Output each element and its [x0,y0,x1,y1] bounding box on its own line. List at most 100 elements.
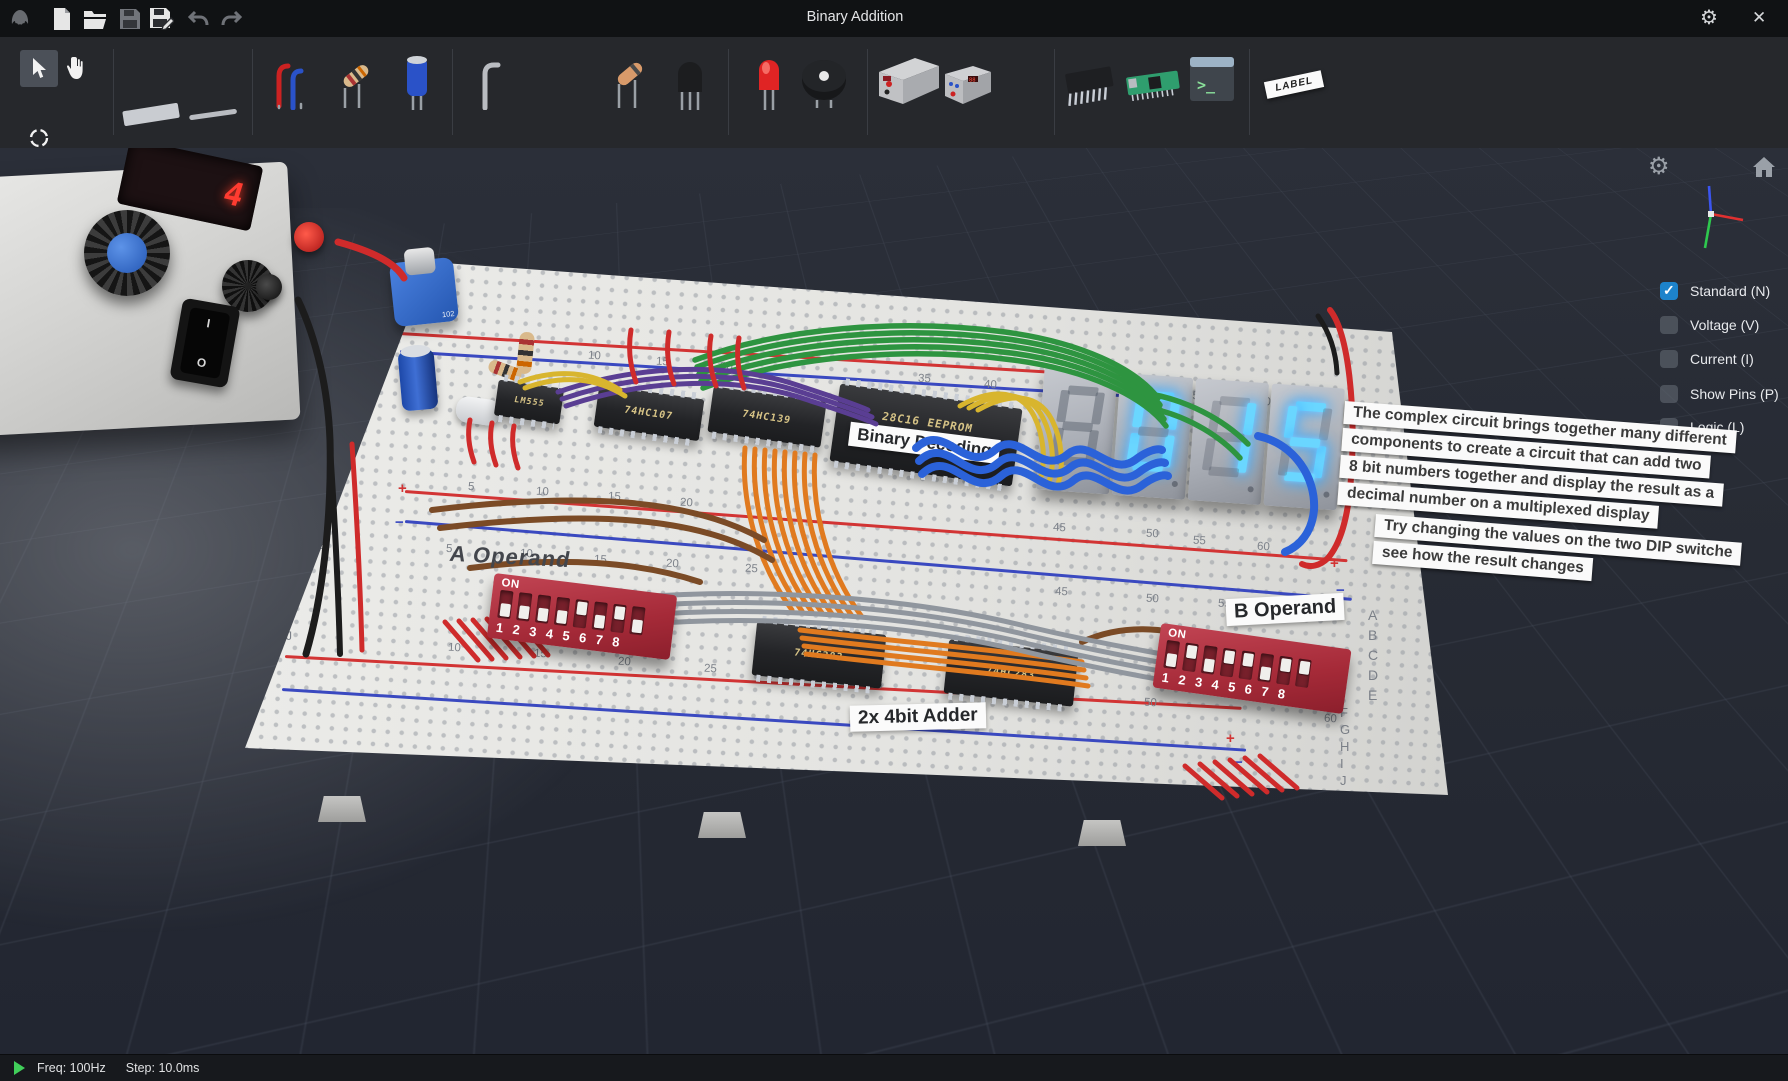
close-icon[interactable]: ✕ [1752,6,1766,30]
buzzer-component-button[interactable] [798,55,850,111]
dip-b-switch-2[interactable] [1182,643,1199,673]
dip-b-switch-5[interactable] [1239,650,1256,680]
hand-tool-button[interactable] [62,52,92,84]
column-number: 45 [1055,586,1068,599]
save-as-button[interactable] [150,7,174,31]
axis-gizmo[interactable] [1685,184,1749,256]
ic-eeprom[interactable]: 28C16 EEPROM Binary Decoding [829,384,1022,487]
crumb-app: Binary Addition ⚙ ✕ INTERACTION STRUCTUR… [0,0,1788,1080]
title-bar: Binary Addition ⚙ ✕ [0,0,1788,38]
breadboard-component-button[interactable] [120,97,184,131]
dip-a-switch-7[interactable] [610,604,626,633]
seven-segment-digit [1188,378,1269,505]
save-button[interactable] [118,7,142,31]
board-foot [1078,820,1126,846]
ic-74hc283-1[interactable]: 74HC283 [752,621,887,688]
new-file-button[interactable] [50,7,74,31]
row-letters: FGHIJ [1340,705,1350,788]
dip-a-switch-8[interactable] [629,606,645,635]
column-number: 60 [1257,541,1270,554]
adder-label: 2x 4bit Adder [850,702,986,732]
step-readout: Step: 10.0ms [126,1061,200,1075]
view-option-show-pins[interactable]: Show Pins (P) [1660,385,1779,403]
diode-component-button[interactable] [610,53,650,111]
home-view-icon[interactable] [1752,156,1776,178]
capacitor-component-button[interactable] [400,51,434,113]
component-toolbar: INTERACTION STRUCTURE PASSIVE [0,37,1788,148]
ic-74hc107[interactable]: 74HC107 [594,385,705,441]
dip-ic-component-button[interactable] [1060,59,1120,109]
label-component-button[interactable]: LABEL [1258,65,1330,103]
dip-b-switch-6[interactable] [1257,653,1274,683]
seven-segment-display-group[interactable] [1036,368,1345,511]
ic-74hc283-2[interactable]: 74HC283 [944,639,1079,706]
view-option-current[interactable]: Current (I) [1660,350,1754,368]
dip-b-switch-7[interactable] [1276,656,1293,686]
row-letters: ABCDE [1368,607,1378,703]
view-option-voltage[interactable]: Voltage (V) [1660,316,1759,334]
rail-minus-mark: − [1234,757,1243,769]
scene-viewport[interactable]: 4 IO + − + − + + − [0,148,1788,1054]
power-supply-component-button[interactable] [874,53,944,109]
toolbar-separator [252,49,253,135]
undo-button[interactable] [186,7,210,31]
column-number: 10 [448,642,461,655]
bench-power-supply[interactable]: 4 IO [0,148,324,464]
led-component-button[interactable] [752,51,786,113]
checkbox[interactable] [1660,350,1678,368]
rod-component-button[interactable] [186,103,240,125]
column-number: 25 [745,563,758,576]
wire-pin-component-button[interactable] [474,53,508,111]
pot-shaft [403,247,436,276]
dip-a-switch-6[interactable] [592,601,608,630]
dip-a-switch-1[interactable] [497,590,513,619]
jumper-wire-component-button[interactable] [272,53,316,111]
dip-b-switch-8[interactable] [1295,658,1312,688]
dip-a-switch-4[interactable] [554,597,570,626]
board-foot [318,796,366,822]
toolbar-separator [113,49,114,135]
dip-a-switch-3[interactable] [535,595,551,624]
potentiometer[interactable]: 102 [389,257,459,327]
dip-b-switch-4[interactable] [1220,648,1237,678]
arduino-nano-component-button[interactable] [1122,63,1184,105]
column-number: 15 [594,554,607,567]
resistor-component-button[interactable] [336,53,376,111]
checkbox[interactable] [1660,316,1678,334]
ic-lm555[interactable]: LM555 [494,380,564,425]
positive-jack[interactable] [294,222,324,252]
dip-b-switch-3[interactable] [1201,645,1218,675]
settings-gear-icon[interactable]: ⚙ [1700,6,1718,30]
rail-plus-mark: + [1226,733,1235,745]
toolbar-separator [728,49,729,135]
checkbox[interactable] [1660,385,1678,403]
column-number: 60 [1324,713,1337,726]
column-number: 35 [918,373,931,386]
dip-a-switch-5[interactable] [573,599,589,628]
board-foot [698,812,746,838]
play-icon[interactable] [14,1061,25,1075]
electrolytic-capacitor[interactable] [397,349,438,412]
voltage-knob[interactable] [84,210,170,296]
view-option-standard[interactable]: Standard (N) [1660,282,1770,300]
bench-supply-component-button[interactable]: 88 [942,61,994,109]
open-file-button[interactable] [84,7,108,31]
negative-jack[interactable] [256,274,282,300]
transistor-component-button[interactable] [672,51,708,113]
seven-segment-digit [1264,384,1345,511]
column-number: 50 [1144,697,1157,710]
label-tag-icon: LABEL [1264,70,1325,99]
terminal-component-button[interactable]: >_ [1188,55,1236,103]
checkbox[interactable] [1660,282,1678,300]
dip-b-switch-1[interactable] [1163,640,1180,670]
toolbar-separator [867,49,868,135]
column-number: 20 [680,497,693,510]
frequency-readout: Freq: 100Hz [37,1061,106,1075]
redo-button[interactable] [220,7,244,31]
dip-a-switch-2[interactable] [516,592,532,621]
ic-74hc139[interactable]: 74HC139 [707,386,826,447]
scene-settings-gear-icon[interactable]: ⚙ [1648,152,1670,181]
select-tool-button[interactable] [20,50,58,87]
toolbar-separator [1054,49,1055,135]
seven-segment-digit [1036,368,1117,495]
